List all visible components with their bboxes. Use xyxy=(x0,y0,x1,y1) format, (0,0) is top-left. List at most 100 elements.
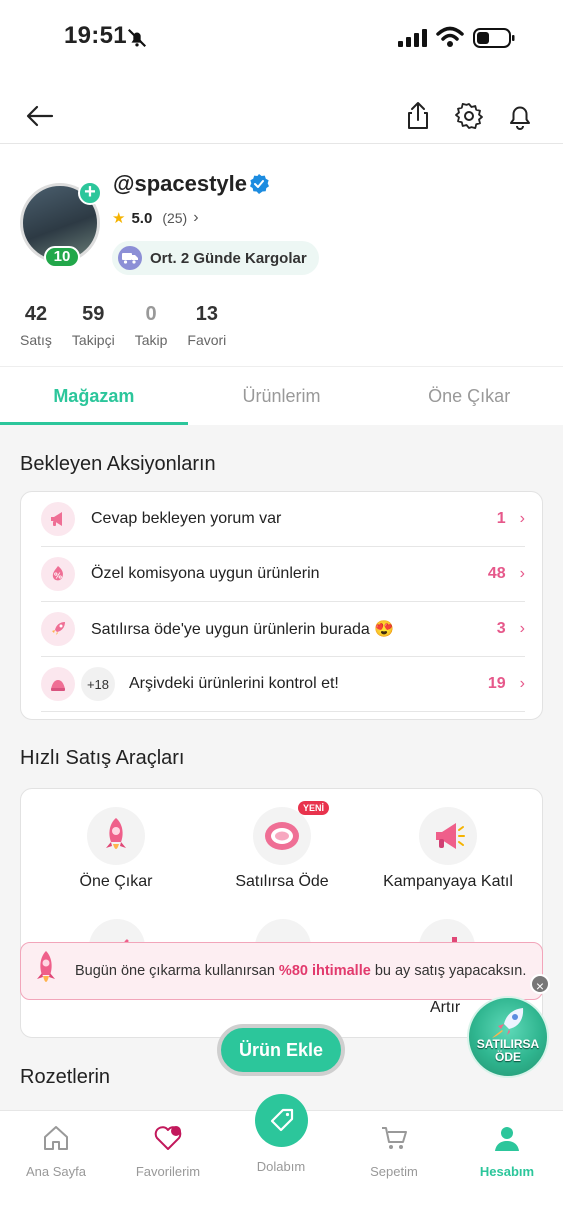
stat-value: 59 xyxy=(82,303,105,325)
pending-action-row[interactable]: % Özel komisyona uygun ürünlerin 48 › xyxy=(41,547,525,602)
rating-count: (25) xyxy=(162,210,188,226)
closet-button[interactable] xyxy=(255,1094,308,1147)
stat-sales[interactable]: 42 Satış xyxy=(20,303,52,348)
stat-following[interactable]: 0 Takip xyxy=(135,303,168,348)
share-icon[interactable] xyxy=(402,100,434,132)
close-icon[interactable]: × xyxy=(530,974,550,994)
extra-count-badge: +18 xyxy=(81,667,115,701)
chevron-right-icon: › xyxy=(519,620,525,637)
money-icon: YENİ xyxy=(253,801,329,865)
stat-favorites[interactable]: 13 Favori xyxy=(187,303,226,348)
star-icon: ★ xyxy=(112,210,126,227)
stat-followers[interactable]: 59 Takipçi xyxy=(72,303,115,348)
battery-icon xyxy=(473,28,515,48)
chevron-right-icon: › xyxy=(193,209,199,226)
profile-stats: 42 Satış 59 Takipçi 0 Takip 13 Favori xyxy=(20,303,246,348)
nav-label: Sepetim xyxy=(370,1164,418,1179)
tab-products[interactable]: Ürünlerim xyxy=(188,367,376,425)
status-time: 19:51 xyxy=(64,22,127,49)
stat-label: Favori xyxy=(187,332,227,348)
nav-label: Ana Sayfa xyxy=(26,1164,86,1179)
gear-icon[interactable] xyxy=(453,100,485,132)
action-count: 48 xyxy=(487,565,506,582)
tool-join-campaign[interactable]: Kampanyaya Katıl xyxy=(363,807,533,891)
pending-action-row[interactable]: Cevap bekleyen yorum var 1 › xyxy=(41,492,525,547)
home-icon xyxy=(44,1126,68,1150)
chevron-right-icon: › xyxy=(519,510,525,527)
tab-store[interactable]: Mağazam xyxy=(0,367,188,425)
nav-label: Dolabım xyxy=(256,1159,306,1174)
rocket-icon xyxy=(492,1008,524,1038)
promotion-tip-banner[interactable]: Bugün öne çıkarma kullanırsan %80 ihtima… xyxy=(20,942,543,1000)
nav-account[interactable]: Hesabım xyxy=(451,1111,563,1179)
pending-action-row[interactable]: +18 Arşivdeki ürünlerini kontrol et! 19 … xyxy=(41,657,525,712)
rocket-icon xyxy=(37,951,55,982)
nav-label: Hesabım xyxy=(479,1164,535,1179)
chevron-right-icon: › xyxy=(519,675,525,692)
action-text: Satılırsa öde'ye uygun ürünlerin burada … xyxy=(91,621,395,638)
verified-badge-icon xyxy=(250,174,269,194)
add-photo-icon[interactable]: + xyxy=(78,181,102,205)
tool-label: Kampanyaya Katıl xyxy=(383,873,513,890)
svg-text:%: % xyxy=(54,572,62,581)
promotion-tip-text: Bugün öne çıkarma kullanırsan %80 ihtima… xyxy=(75,963,527,979)
action-text: Özel komisyona uygun ürünlerin xyxy=(91,565,320,582)
quick-sale-tools-card: Öne Çıkar YENİ Satılırsa Öde Kampanyaya … xyxy=(20,788,543,1038)
action-text: Cevap bekleyen yorum var xyxy=(91,510,282,527)
tag-icon xyxy=(270,1108,293,1131)
stat-label: Takip xyxy=(134,332,168,348)
stat-value: 42 xyxy=(24,303,48,325)
quick-sale-tools-title: Hızlı Satış Araçları xyxy=(20,747,185,769)
archive-icon xyxy=(41,667,75,701)
tool-label: Öne Çıkar xyxy=(79,873,153,890)
rocket-icon xyxy=(41,612,75,646)
tool-promote[interactable]: Öne Çıkar xyxy=(31,807,201,891)
pending-actions-title: Bekleyen Aksiyonların xyxy=(20,453,216,475)
heart-icon xyxy=(154,1126,182,1150)
action-count: 1 xyxy=(496,510,506,527)
avatar[interactable]: + 10 xyxy=(20,181,102,268)
pay-if-sold-floating-badge[interactable]: SATILIRSA ÖDE xyxy=(467,996,549,1078)
new-badge: YENİ xyxy=(297,801,329,815)
nav-home[interactable]: Ana Sayfa xyxy=(0,1111,112,1179)
tool-label: Satılırsa Öde xyxy=(235,873,329,890)
percent-icon: % xyxy=(41,557,75,591)
action-count: 3 xyxy=(496,620,506,637)
nav-favorites[interactable]: Favorilerim xyxy=(112,1111,224,1179)
megaphone-icon xyxy=(419,807,477,865)
status-bar: 19:51 xyxy=(0,0,563,80)
back-arrow-icon[interactable] xyxy=(24,100,56,132)
pending-actions-card: Cevap bekleyen yorum var 1 › % Özel komi… xyxy=(20,491,543,720)
nav-cart[interactable]: Sepetim xyxy=(338,1111,450,1179)
level-badge: 10 xyxy=(44,246,80,268)
shipping-badge: Ort. 2 Günde Kargolar xyxy=(112,241,319,275)
wifi-icon xyxy=(436,26,464,47)
tool-label[interactable]: Artır xyxy=(430,999,460,1017)
stat-label: Satış xyxy=(20,332,52,348)
pending-action-row[interactable]: Satılırsa öde'ye uygun ürünlerin burada … xyxy=(41,602,525,657)
notification-bell-icon[interactable] xyxy=(504,100,536,132)
action-count: 19 xyxy=(487,675,506,692)
user-icon xyxy=(495,1127,519,1151)
add-product-button[interactable]: Ürün Ekle xyxy=(217,1024,345,1076)
cart-icon xyxy=(382,1127,407,1149)
chevron-right-icon: › xyxy=(519,565,525,582)
megaphone-icon xyxy=(41,502,75,536)
tab-promote[interactable]: Öne Çıkar xyxy=(375,367,563,425)
profile-tabs: Mağazam Ürünlerim Öne Çıkar xyxy=(0,366,563,425)
top-navigation xyxy=(0,90,563,144)
probability-highlight: %80 ihtimalle xyxy=(278,963,371,979)
nav-label: Favorilerim xyxy=(135,1164,201,1179)
username: @spacestyle xyxy=(113,171,247,196)
signal-icon xyxy=(398,29,427,47)
rating-value: 5.0 xyxy=(131,209,153,227)
stat-value: 0 xyxy=(145,303,157,325)
rating-row[interactable]: ★ 5.0 (25) › xyxy=(112,208,199,228)
action-text: Arşivdeki ürünlerini kontrol et! xyxy=(129,675,339,692)
truck-icon xyxy=(118,246,142,270)
stat-label: Takipçi xyxy=(71,332,115,348)
shipping-text: Ort. 2 Günde Kargolar xyxy=(150,249,307,267)
tool-pay-if-sold[interactable]: YENİ Satılırsa Öde xyxy=(197,801,367,891)
badge-line-2: ÖDE xyxy=(494,1050,521,1064)
bell-muted-icon xyxy=(127,28,147,48)
